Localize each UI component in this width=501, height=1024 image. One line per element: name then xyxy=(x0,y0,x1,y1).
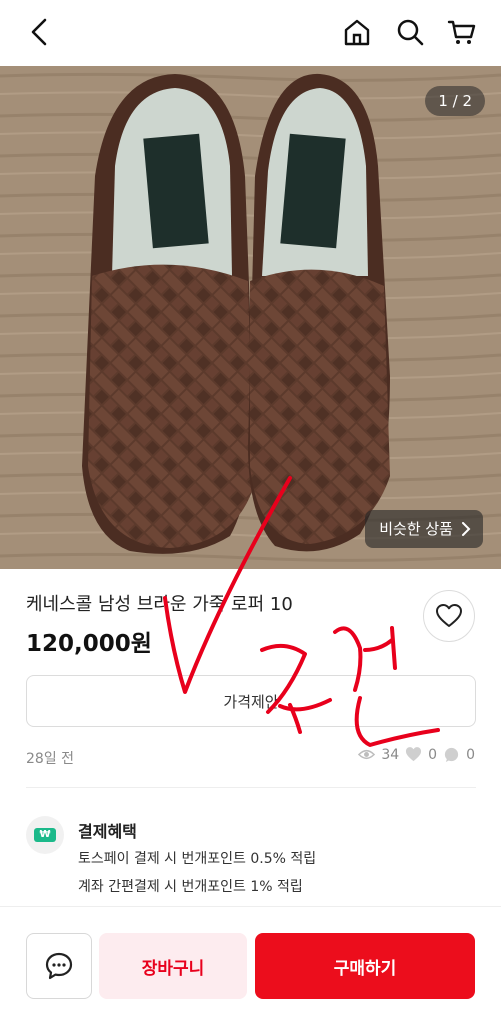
product-price: 120,000원 xyxy=(26,631,152,657)
product-photo xyxy=(0,66,501,569)
payment-benefit-title: 결제혜택 xyxy=(78,822,137,841)
left-shoe xyxy=(82,74,254,554)
cart-icon xyxy=(447,20,476,44)
product-stats: 34 0 0 xyxy=(358,746,475,763)
right-shoe xyxy=(248,73,390,552)
top-header xyxy=(0,0,501,66)
back-button[interactable] xyxy=(22,14,58,50)
payment-benefit-line: 계좌 간편결제 시 번개포인트 1% 적립 xyxy=(78,879,303,895)
product-title: 케네스콜 남성 브라운 가죽 로퍼 10 xyxy=(26,594,293,615)
search-icon xyxy=(397,19,424,46)
likes-count: 0 xyxy=(428,746,438,763)
chats-count: 0 xyxy=(466,746,475,763)
heart-small-icon xyxy=(406,747,422,762)
posted-date: 28일 전 xyxy=(26,751,75,767)
price-offer-button[interactable]: 가격제안 xyxy=(26,675,476,727)
buy-now-button[interactable]: 구매하기 xyxy=(255,933,475,999)
bottom-action-bar: 장바구니 구매하기 xyxy=(0,906,501,1024)
views-count: 34 xyxy=(381,746,400,763)
home-icon xyxy=(344,19,370,46)
eye-icon xyxy=(358,749,376,760)
home-button[interactable] xyxy=(339,14,375,50)
add-to-cart-button[interactable]: 장바구니 xyxy=(99,933,247,999)
won-symbol: ₩ xyxy=(39,829,51,840)
section-divider xyxy=(26,787,476,788)
chat-small-icon xyxy=(444,747,459,763)
payment-benefit-line: 토스페이 결제 시 번개포인트 0.5% 적립 xyxy=(78,851,317,867)
search-button[interactable] xyxy=(392,14,428,50)
product-image-carousel[interactable]: 1 / 2 비슷한 상품 xyxy=(0,66,501,569)
heart-icon xyxy=(436,604,462,627)
image-counter: 1 / 2 xyxy=(425,86,485,116)
similar-products-button[interactable]: 비슷한 상품 xyxy=(365,510,483,548)
similar-products-label: 비슷한 상품 xyxy=(379,520,453,538)
chevron-left-icon xyxy=(31,18,47,46)
payment-benefit-icon: ₩ xyxy=(26,816,64,854)
chevron-right-icon xyxy=(462,522,471,536)
chat-bubble-icon xyxy=(45,952,73,980)
chat-button[interactable] xyxy=(26,933,92,999)
cart-button[interactable] xyxy=(444,14,480,50)
like-button[interactable] xyxy=(423,590,475,642)
